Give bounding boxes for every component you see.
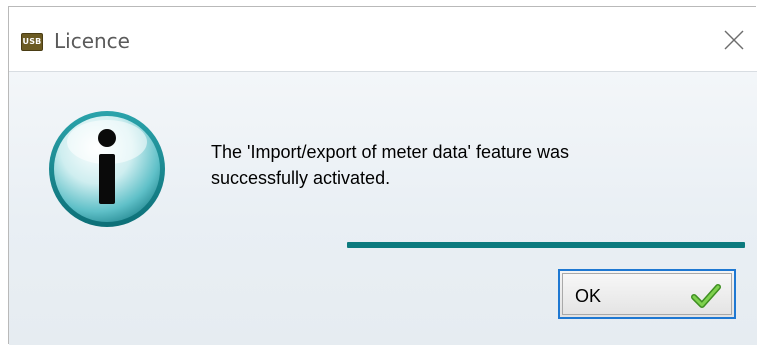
message-text: The 'Import/export of meter data' featur… bbox=[211, 139, 691, 191]
ok-button-label: OK bbox=[575, 286, 602, 306]
ok-button-face: OK bbox=[562, 273, 732, 315]
window-title: Licence bbox=[54, 29, 130, 53]
message-line-2: successfully activated. bbox=[211, 168, 391, 188]
title-bar: USB Licence bbox=[9, 7, 757, 71]
message-line-1: The 'Import/export of meter data' featur… bbox=[211, 142, 570, 162]
close-button[interactable] bbox=[719, 25, 749, 55]
checkmark-icon bbox=[691, 284, 721, 308]
ok-button[interactable]: OK bbox=[558, 269, 736, 319]
dialog-body: The 'Import/export of meter data' featur… bbox=[9, 71, 757, 345]
divider-bar bbox=[347, 242, 745, 248]
app-icon: USB bbox=[21, 33, 43, 51]
info-icon bbox=[49, 111, 165, 227]
close-icon bbox=[724, 30, 744, 50]
licence-dialog: USB Licence The 'Import/export of meter … bbox=[8, 6, 757, 345]
